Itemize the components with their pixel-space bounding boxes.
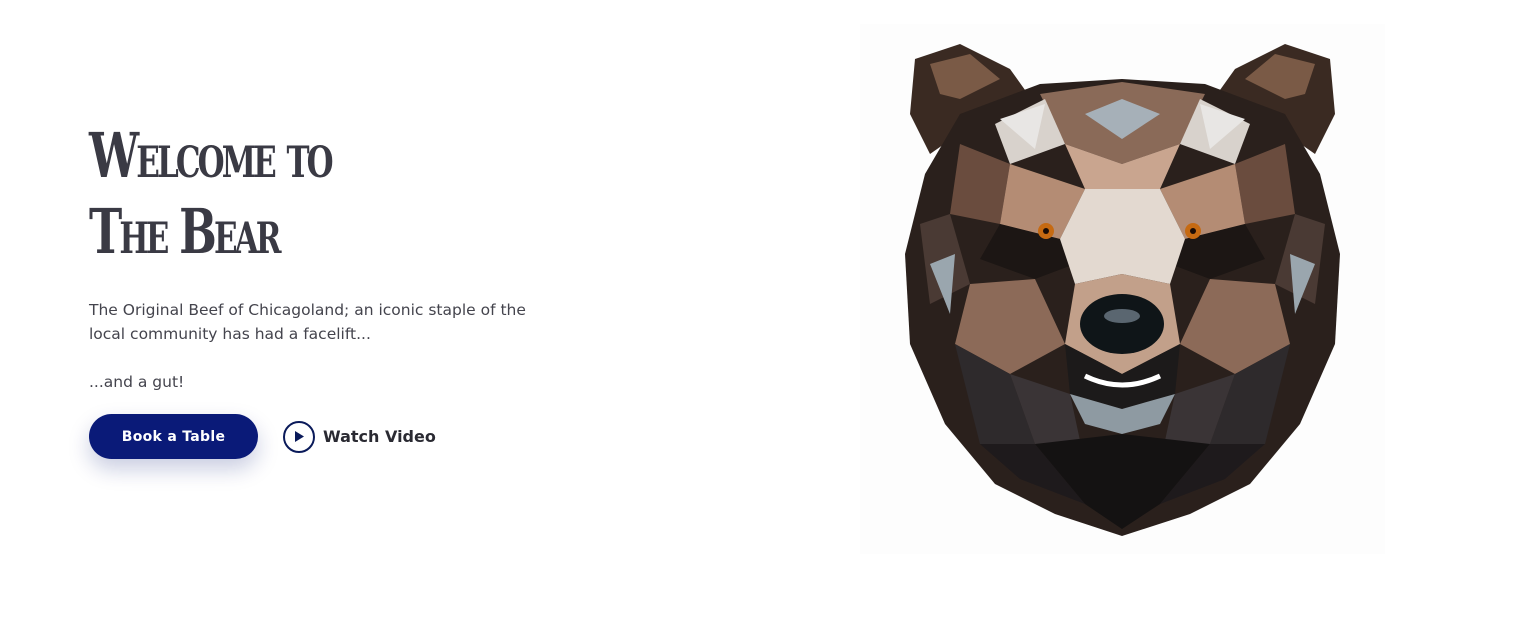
watch-video-link[interactable]: Watch Video [283,420,436,453]
hero-title: Welcome to The Bear [89,118,463,270]
book-table-button[interactable]: Book a Table [89,414,258,459]
hero-text-block: Welcome to The Bear The Original Beef of… [89,118,609,394]
watch-video-label[interactable]: Watch Video [323,427,436,446]
hero-title-line-1: Welcome to [89,119,334,192]
hero-description-tagline: ...and a gut! [89,373,185,391]
bear-head-illustration [860,24,1385,554]
hero-title-line-2: The Bear [89,195,282,268]
play-icon[interactable] [283,420,315,453]
hero-actions: Book a Table Watch Video [89,414,436,459]
hero-description: The Original Beef of Chicagoland; an ico… [89,301,526,343]
